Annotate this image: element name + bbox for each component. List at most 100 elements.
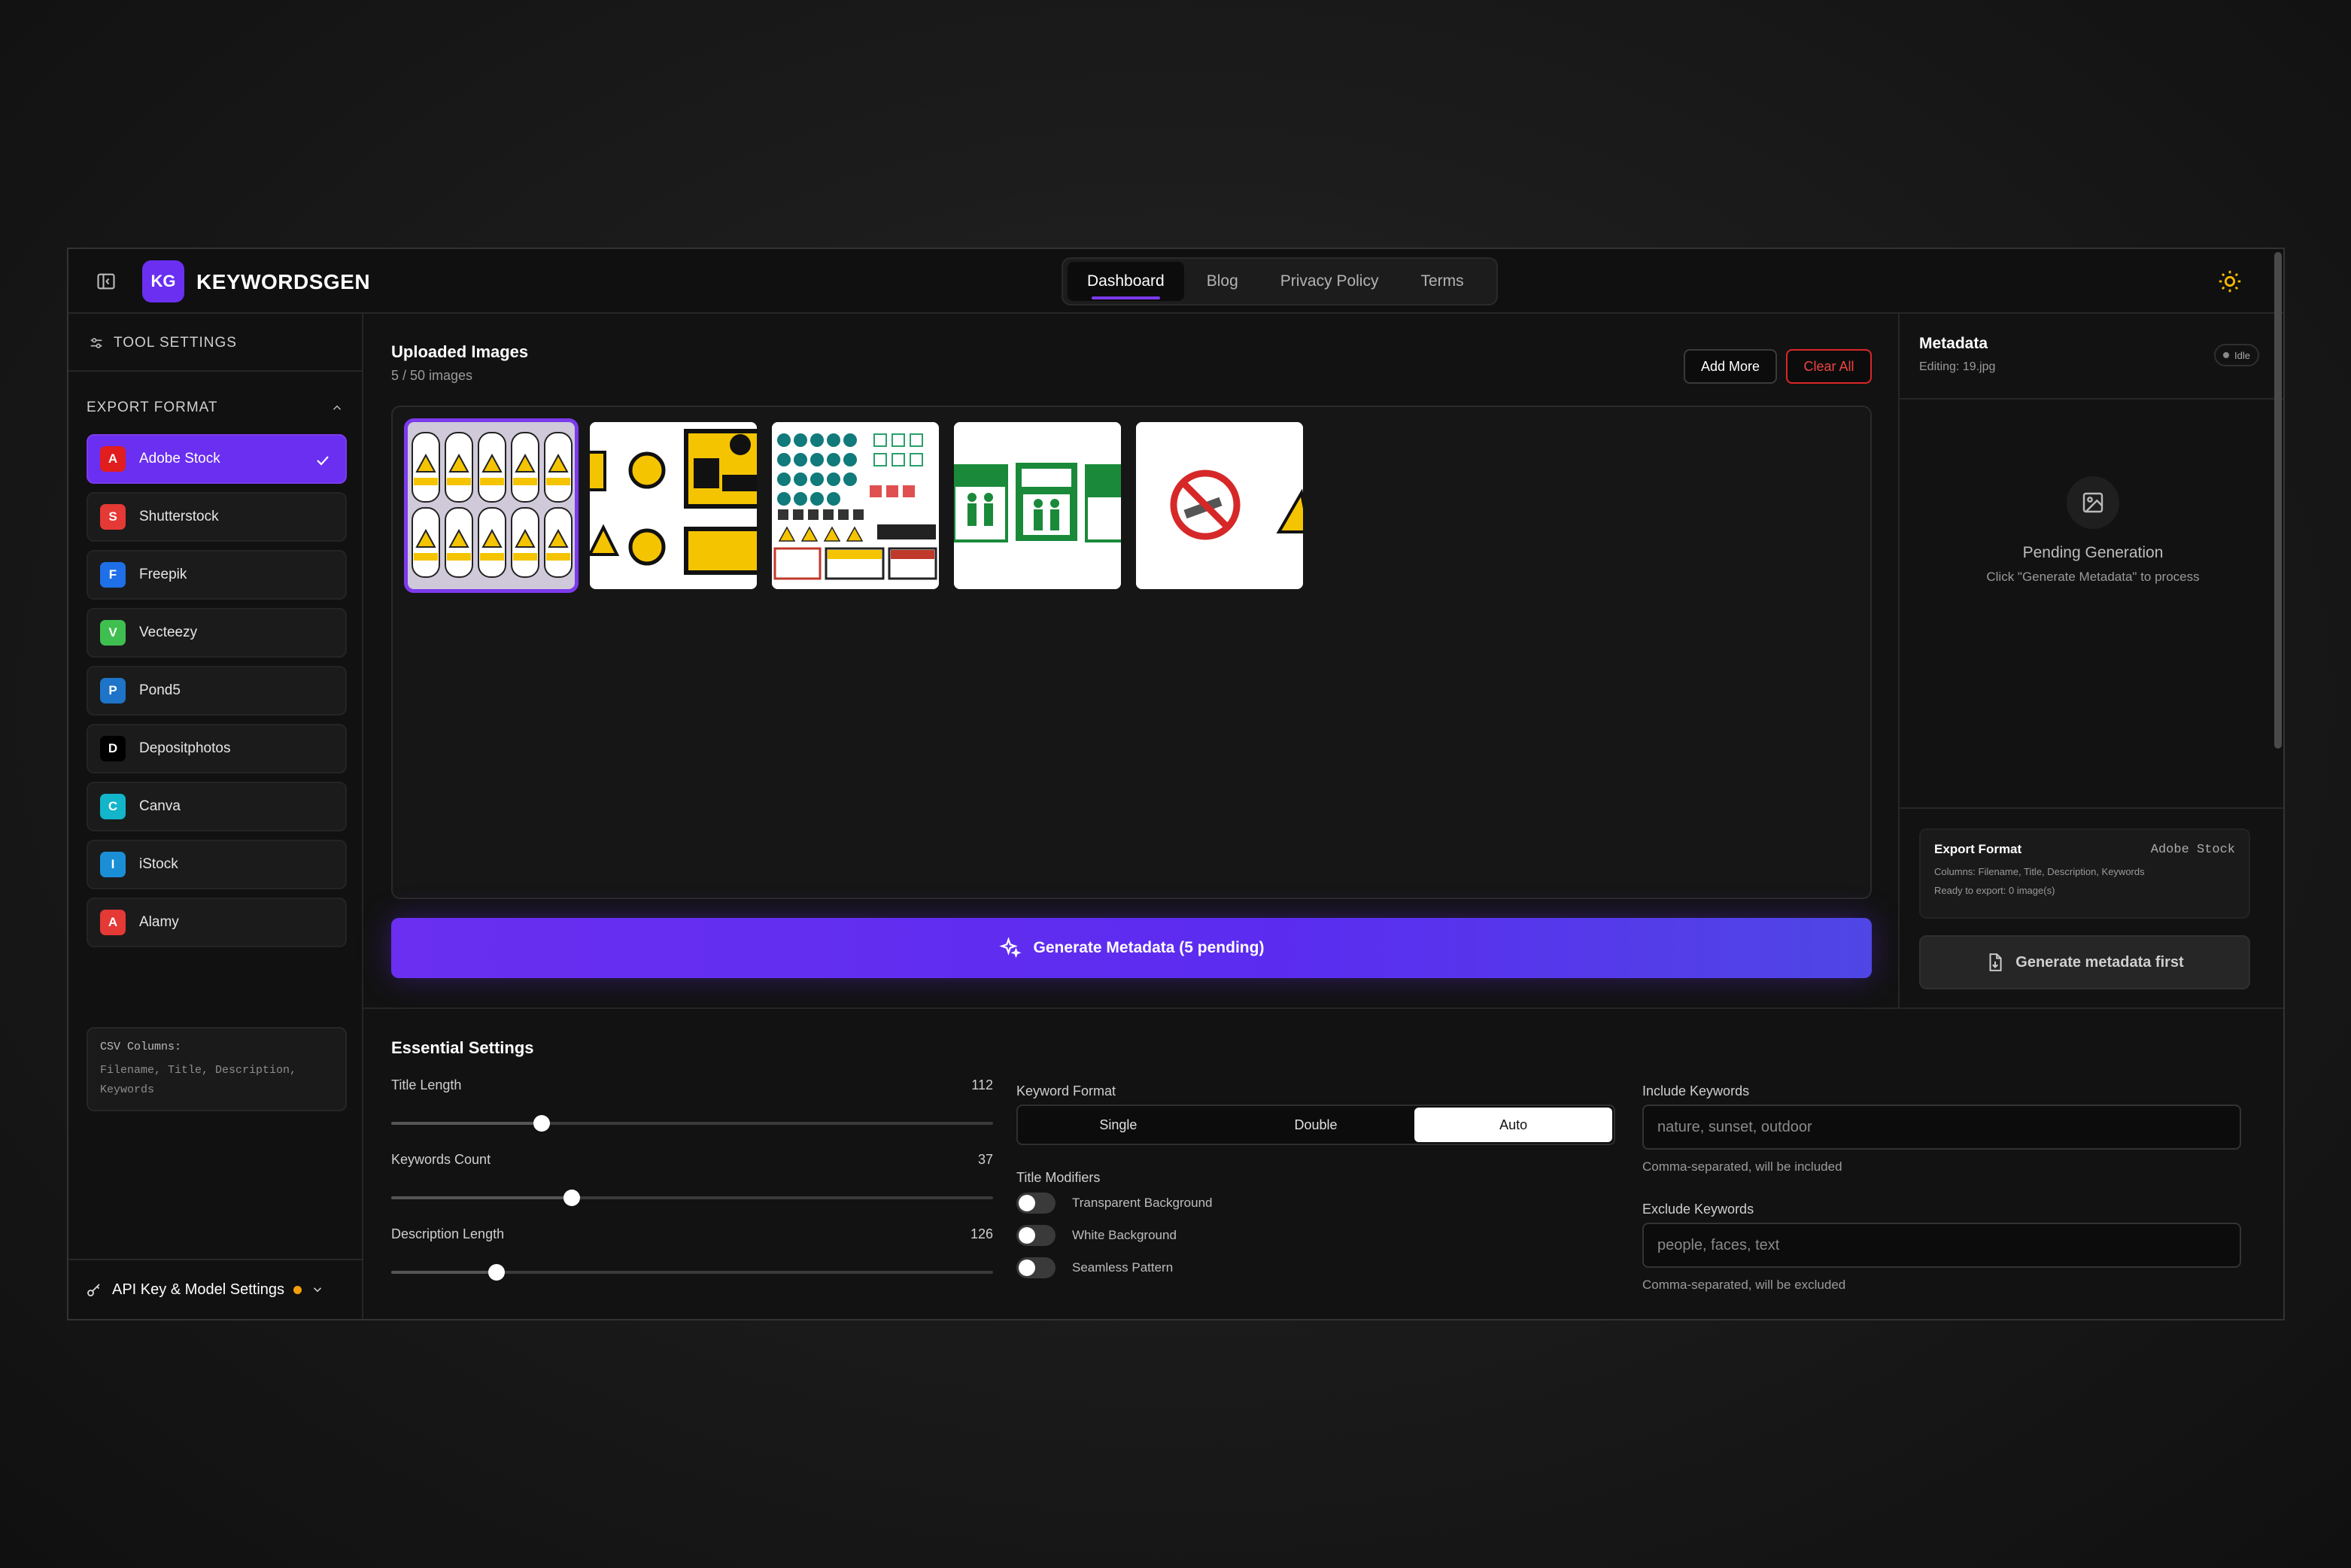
export-format-header[interactable]: EXPORT FORMAT (87, 400, 344, 416)
status-dot (293, 1285, 302, 1294)
platform-freepik[interactable]: F Freepik (87, 550, 347, 600)
slider-thumb[interactable] (563, 1190, 580, 1206)
title-length-slider[interactable] (391, 1115, 993, 1132)
toggle-switch[interactable] (1016, 1225, 1056, 1246)
platform-adobe-stock[interactable]: A Adobe Stock (87, 434, 347, 484)
tab-dashboard[interactable]: Dashboard (1068, 262, 1184, 301)
pending-subtitle: Click "Generate Metadata" to process (1986, 570, 2200, 584)
slider-thumb[interactable] (533, 1115, 550, 1132)
chevron-down-icon (313, 1287, 322, 1293)
modifier-white-background: White Background (1016, 1225, 1177, 1246)
platform-shutterstock[interactable]: S Shutterstock (87, 492, 347, 542)
api-settings-toggle[interactable]: API Key & Model Settings (68, 1259, 362, 1319)
pending-icon-wrap (2067, 476, 2119, 529)
scrollbar[interactable] (2274, 252, 2282, 749)
divider (1900, 807, 2283, 809)
add-more-button[interactable]: Add More (1684, 349, 1777, 384)
platform-label: Pond5 (139, 682, 181, 698)
image-preview (408, 422, 575, 589)
sliders-icon (90, 338, 102, 348)
image-preview (590, 422, 757, 589)
keyword-format-single[interactable]: Single (1019, 1108, 1217, 1142)
platform-label: Vecteezy (139, 624, 198, 640)
slider-thumb[interactable] (488, 1264, 505, 1281)
sun-icon[interactable] (2217, 269, 2243, 294)
tab-terms[interactable]: Terms (1401, 262, 1483, 301)
image-preview (1136, 422, 1303, 589)
slider-fill (391, 1122, 542, 1125)
metadata-title: Metadata (1919, 335, 1988, 352)
tab-blog[interactable]: Blog (1187, 262, 1258, 301)
platform-depositphotos[interactable]: D Depositphotos (87, 724, 347, 773)
platform-istock[interactable]: I iStock (87, 840, 347, 889)
export-button[interactable]: Generate metadata first (1919, 935, 2250, 989)
sparkles-icon (998, 937, 1022, 959)
export-button-label: Generate metadata first (2015, 953, 2184, 971)
api-settings-label: API Key & Model Settings (112, 1281, 285, 1298)
export-ready-count: Ready to export: 0 image(s) (1934, 885, 2055, 896)
title-length-slider-group: Title Length 112 (391, 1077, 993, 1132)
uploaded-images-title: Uploaded Images (391, 342, 529, 361)
keyword-format-selector: Single Double Auto (1016, 1105, 1615, 1145)
platform-list: A Adobe Stock S Shutterstock F Freepik V… (87, 434, 347, 956)
description-length-slider-group: Description Length 126 (391, 1226, 993, 1281)
image-count: 5 / 50 images (391, 368, 473, 383)
divider (68, 370, 362, 372)
platform-alamy[interactable]: A Alamy (87, 898, 347, 947)
include-keywords-input[interactable] (1642, 1105, 2241, 1150)
export-format-card: Export Format Adobe Stock Columns: Filen… (1919, 828, 2250, 919)
slider-label: Description Length (391, 1226, 505, 1241)
keyword-format-auto[interactable]: Auto (1414, 1108, 1613, 1142)
slider-value: 126 (970, 1226, 993, 1241)
description-length-slider[interactable] (391, 1264, 993, 1281)
app-window: KG KEYWORDSGEN Dashboard Blog Privacy Po… (67, 248, 2285, 1320)
divider (1900, 398, 2283, 400)
image-thumbnail[interactable] (772, 422, 939, 589)
platform-badge: I (100, 852, 126, 877)
toggle-switch[interactable] (1016, 1257, 1056, 1278)
image-grid[interactable] (391, 406, 1872, 899)
platform-canva[interactable]: C Canva (87, 782, 347, 831)
clear-all-button[interactable]: Clear All (1786, 349, 1872, 384)
keywords-count-slider-group: Keywords Count 37 (391, 1152, 993, 1206)
platform-badge: D (100, 736, 126, 761)
image-icon (2082, 492, 2103, 513)
image-thumbnail[interactable] (590, 422, 757, 589)
image-thumbnail[interactable] (954, 422, 1121, 589)
essential-settings-title: Essential Settings (391, 1038, 534, 1057)
image-thumbnail[interactable] (404, 418, 579, 593)
editing-filename: Editing: 19.jpg (1919, 360, 1996, 373)
tool-settings-header: TOOL SETTINGS (88, 335, 237, 351)
keyword-format-double[interactable]: Double (1217, 1108, 1415, 1142)
keyword-format-label: Keyword Format (1016, 1083, 1116, 1099)
keywords-count-slider[interactable] (391, 1190, 993, 1206)
platform-label: Adobe Stock (139, 451, 220, 466)
exclude-keywords-help: Comma-separated, will be excluded (1642, 1278, 1846, 1292)
image-preview (954, 422, 1121, 589)
slider-value: 37 (977, 1152, 993, 1167)
platform-badge: A (100, 446, 126, 472)
key-icon (87, 1284, 100, 1296)
toggle-switch[interactable] (1016, 1193, 1056, 1214)
slider-label: Keywords Count (391, 1152, 491, 1167)
platform-vecteezy[interactable]: V Vecteezy (87, 608, 347, 658)
modifier-label: White Background (1072, 1228, 1177, 1242)
platform-label: Alamy (139, 914, 179, 930)
chevron-up-icon[interactable] (330, 401, 344, 415)
top-header: KG KEYWORDSGEN Dashboard Blog Privacy Po… (68, 249, 2283, 314)
modifier-transparent-background: Transparent Background (1016, 1193, 1212, 1214)
platform-pond5[interactable]: P Pond5 (87, 666, 347, 716)
include-keywords-help: Comma-separated, will be included (1642, 1159, 1842, 1174)
tab-privacy-policy[interactable]: Privacy Policy (1261, 262, 1399, 301)
sidebar-toggle-icon[interactable] (96, 271, 117, 292)
generate-metadata-label: Generate Metadata (5 pending) (1033, 939, 1265, 956)
modifier-label: Transparent Background (1072, 1196, 1213, 1210)
metadata-panel: Metadata Editing: 19.jpg Idle Pending Ge… (1898, 314, 2283, 1007)
generate-metadata-button[interactable]: Generate Metadata (5 pending) (391, 918, 1872, 978)
file-download-icon (1989, 953, 2002, 971)
image-thumbnail[interactable] (1136, 422, 1303, 589)
platform-badge: S (100, 504, 126, 530)
exclude-keywords-input[interactable] (1642, 1223, 2241, 1268)
modifier-label: Seamless Pattern (1072, 1260, 1174, 1275)
status-badge: Idle (2214, 344, 2259, 366)
